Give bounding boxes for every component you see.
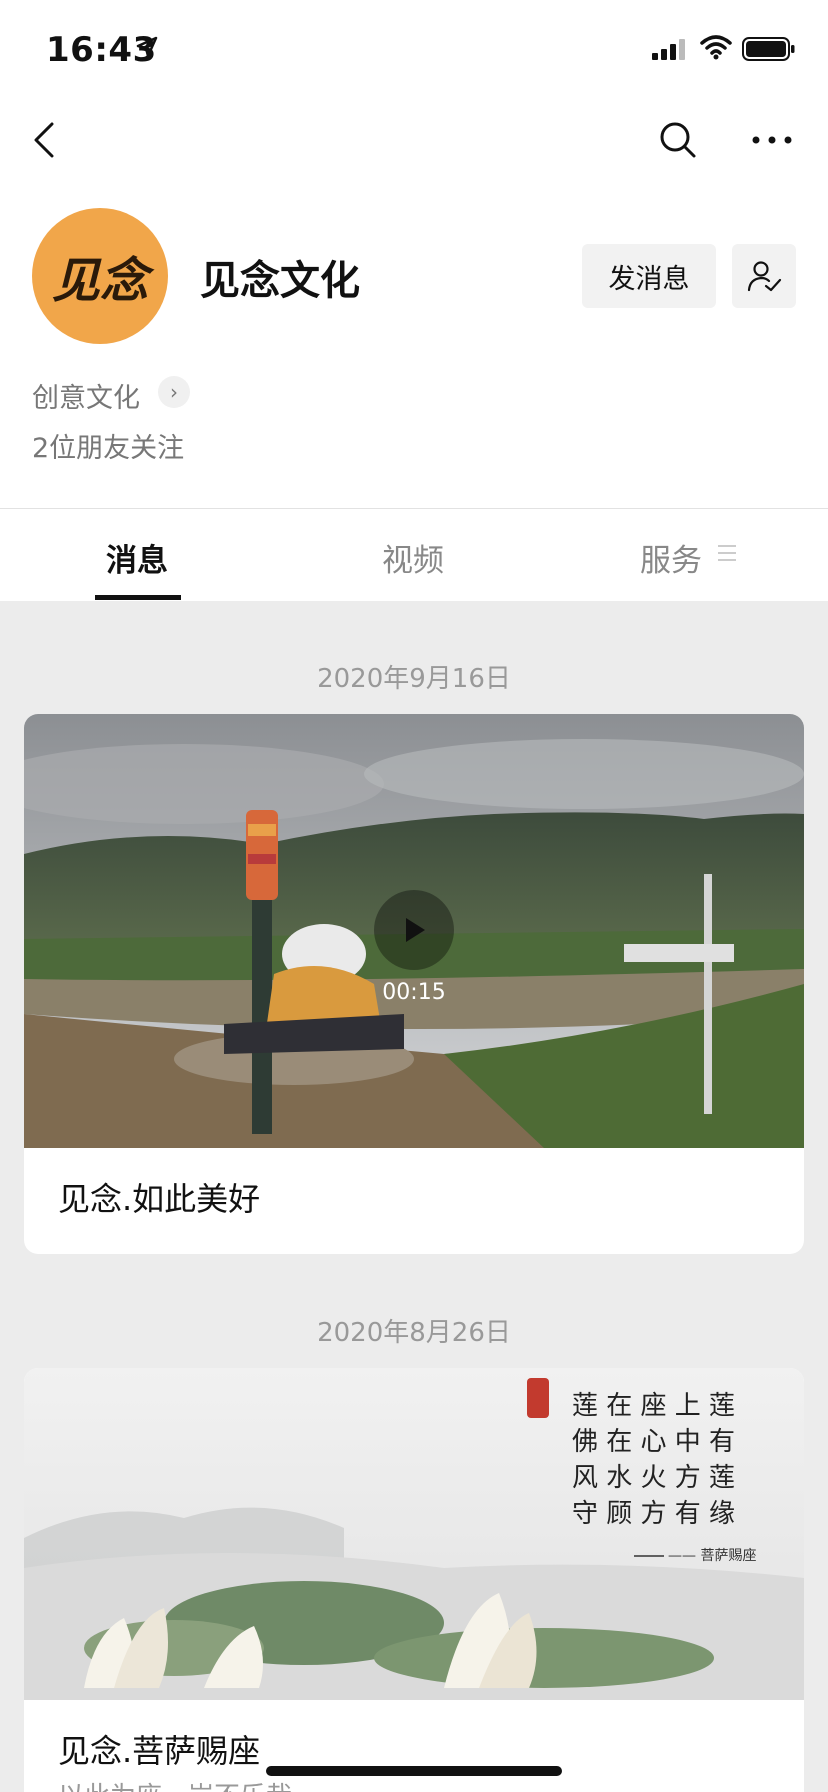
post-title[interactable]: 见念.如此美好: [58, 1174, 260, 1220]
account-category[interactable]: 创意文化: [32, 376, 140, 415]
svg-text:守 顾 方 有 缘: 守 顾 方 有 缘: [572, 1499, 735, 1529]
location-arrow-icon: [136, 36, 158, 58]
account-name: 见念文化: [200, 258, 360, 304]
post-date: 2020年8月26日: [317, 1318, 511, 1348]
wifi-icon: [700, 35, 732, 60]
send-message-button[interactable]: 发消息: [582, 244, 716, 308]
chevron-right-icon[interactable]: ›: [158, 376, 190, 408]
account-profile: 见念 见念文化 发消息 创意文化 › 2位朋友关注: [0, 180, 828, 508]
menu-lines-icon: [718, 545, 736, 566]
avatar[interactable]: 见念: [32, 208, 168, 344]
play-icon: [406, 918, 425, 942]
svg-text:风 水 火 方 莲: 风 水 火 方 莲: [572, 1463, 735, 1493]
message-feed: 2020年9月16日 00:15 见念.如此美好 2020年8月26日 —— 菩…: [0, 600, 828, 1792]
tab-videos[interactable]: 视频: [382, 535, 444, 580]
followed-button[interactable]: [732, 244, 796, 308]
post-card-video[interactable]: 00:15 见念.如此美好: [24, 714, 804, 1254]
play-button[interactable]: [374, 890, 454, 970]
tab-services[interactable]: 服务: [640, 535, 702, 580]
video-duration: 00:15: [382, 980, 446, 1005]
avatar-logo-text: 见念: [51, 253, 148, 309]
post-date: 2020年9月16日: [317, 664, 511, 694]
more-options-icon[interactable]: [750, 122, 794, 158]
svg-text:莲 在 座 上 莲: 莲 在 座 上 莲: [572, 1391, 735, 1421]
cover-signature: —— 菩萨赐座: [668, 1548, 756, 1564]
battery-icon: [742, 37, 795, 61]
home-indicator[interactable]: [266, 1766, 562, 1776]
post-title[interactable]: 见念.菩萨赐座: [58, 1726, 260, 1772]
friends-following: 2位朋友关注: [32, 433, 185, 464]
article-cover-image: —— 菩萨赐座 莲 在 座 上 莲 佛 在 心 中 有 风 水 火 方 莲 守 …: [24, 1368, 804, 1700]
post-card-article[interactable]: —— 菩萨赐座 莲 在 座 上 莲 佛 在 心 中 有 风 水 火 方 莲 守 …: [24, 1368, 804, 1792]
post-summary: 以此为座，岂不乐哉: [58, 1776, 292, 1792]
svg-text:佛 在 心 中 有: 佛 在 心 中 有: [572, 1427, 735, 1457]
user-check-icon: [747, 261, 782, 292]
tab-messages[interactable]: 消息: [106, 535, 168, 580]
search-icon[interactable]: [656, 118, 700, 162]
signal-icon: [652, 39, 685, 60]
tab-bar: 消息 视频 服务: [0, 508, 828, 601]
navigation-bar: [0, 100, 828, 180]
status-bar: 16:43: [0, 0, 828, 100]
back-arrow-icon[interactable]: [26, 120, 66, 160]
